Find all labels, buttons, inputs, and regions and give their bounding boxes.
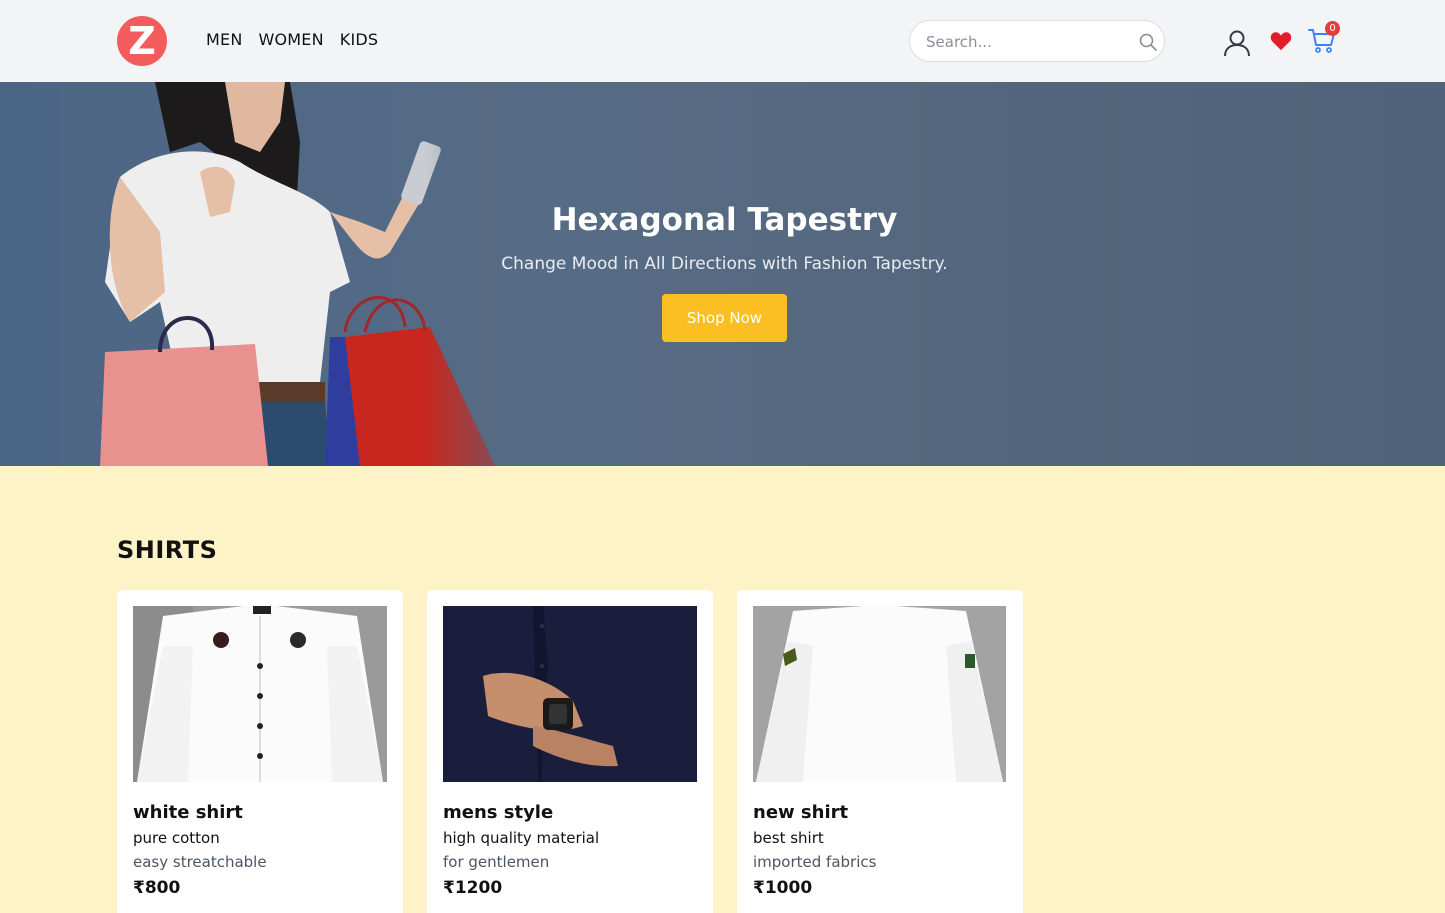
header: Z MEN WOMEN KIDS 0 xyxy=(0,0,1445,82)
product-price: ₹1200 xyxy=(443,878,503,898)
heart-icon[interactable] xyxy=(1270,30,1292,52)
product-card[interactable]: mens style high quality material for gen… xyxy=(427,590,713,913)
product-image[interactable] xyxy=(753,606,1007,782)
user-icon[interactable] xyxy=(1222,28,1252,58)
product-name: white shirt xyxy=(133,802,243,823)
nav-item-men[interactable]: MEN xyxy=(206,30,242,49)
brand-logo[interactable]: Z xyxy=(117,16,167,66)
product-subtext: imported fabrics xyxy=(753,853,877,871)
search-icon[interactable] xyxy=(1138,32,1158,52)
section-title: SHIRTS xyxy=(117,536,218,564)
hero-model-image xyxy=(0,82,500,466)
logo-letter: Z xyxy=(128,19,156,63)
product-name: mens style xyxy=(443,802,554,823)
product-card[interactable]: white shirt pure cotton easy streatchabl… xyxy=(117,590,403,913)
product-price: ₹800 xyxy=(133,878,181,898)
hero-banner: Hexagonal Tapestry Change Mood in All Di… xyxy=(0,82,1445,466)
main-nav: MEN WOMEN KIDS xyxy=(206,30,378,49)
search-input[interactable] xyxy=(926,31,1126,53)
product-name: new shirt xyxy=(753,802,849,823)
product-price: ₹1000 xyxy=(753,878,813,898)
hero-title: Hexagonal Tapestry xyxy=(551,202,898,238)
product-image[interactable] xyxy=(133,606,387,782)
nav-item-women[interactable]: WOMEN xyxy=(258,30,323,49)
product-subtext: easy streatchable xyxy=(133,853,267,871)
hero-subtitle: Change Mood in All Directions with Fashi… xyxy=(501,254,948,274)
shop-now-button[interactable]: Shop Now xyxy=(662,294,787,342)
product-description: pure cotton xyxy=(133,829,220,847)
product-subtext: for gentlemen xyxy=(443,853,550,871)
product-image[interactable] xyxy=(443,606,697,782)
nav-item-kids[interactable]: KIDS xyxy=(340,30,379,49)
product-description: best shirt xyxy=(753,829,824,847)
search-box xyxy=(909,20,1165,62)
product-card[interactable]: new shirt best shirt imported fabrics ₹1… xyxy=(737,590,1023,913)
cart-count-badge: 0 xyxy=(1325,21,1340,36)
product-description: high quality material xyxy=(443,829,600,847)
